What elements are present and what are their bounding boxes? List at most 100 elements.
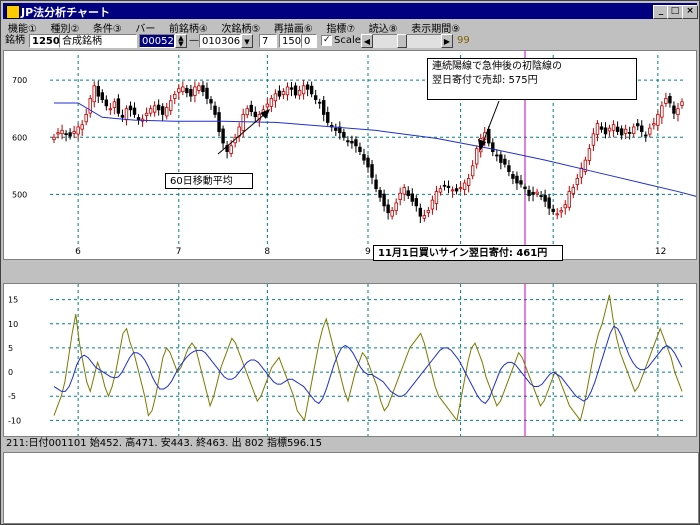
maximize-button[interactable]: □ — [667, 5, 683, 19]
candle-body — [640, 125, 644, 132]
candle-body — [607, 127, 612, 132]
candle-body — [334, 127, 338, 131]
candle-body — [458, 187, 463, 189]
date-spin-button[interactable]: ▲ ▼ — [175, 34, 187, 48]
candle-body — [350, 140, 354, 144]
candle-body — [269, 98, 274, 107]
candle-body — [579, 167, 584, 178]
start-date-field[interactable]: 000524 — [139, 34, 180, 48]
candle-body — [132, 107, 137, 115]
candle-body — [656, 114, 660, 126]
candle-body — [301, 85, 306, 95]
candle-body — [591, 133, 596, 146]
candle-body — [474, 148, 479, 165]
title-bar[interactable]: JP法分析チャート _ □ × — [3, 3, 698, 19]
candle-body — [595, 123, 600, 135]
candle-body — [76, 126, 80, 135]
candle-body — [398, 192, 402, 200]
scroll-left-icon[interactable]: ◀ — [361, 34, 373, 48]
candle-body — [442, 184, 447, 187]
indicator-y-tick-label: 0 — [8, 368, 13, 377]
candle-body — [342, 131, 346, 138]
candle-body — [305, 84, 310, 90]
scrollbar-track[interactable] — [373, 34, 441, 48]
candle-body — [64, 133, 68, 136]
candle-body — [434, 191, 439, 204]
date-separator: — — [189, 35, 199, 46]
candle-body — [265, 103, 270, 108]
candle-body — [515, 175, 519, 184]
moving-average-line — [54, 102, 696, 197]
candle-body — [555, 213, 559, 216]
candle-body — [563, 204, 567, 209]
candle-body — [56, 132, 60, 135]
candle-body — [358, 146, 362, 152]
candle-body — [193, 86, 197, 96]
candle-body — [84, 114, 88, 123]
candle-body — [680, 101, 684, 106]
candle-body — [668, 95, 672, 104]
window-title: JP法分析チャート — [21, 6, 111, 19]
stock-name-field[interactable]: 合成銘柄 — [59, 34, 137, 48]
candle-body — [152, 105, 157, 113]
candle-body — [623, 128, 628, 134]
candle-body — [470, 165, 475, 177]
candle-body — [124, 108, 129, 121]
candle-body — [313, 95, 318, 100]
candle-body — [567, 191, 571, 208]
candle-body — [495, 154, 499, 157]
candle-body — [173, 94, 177, 99]
close-button[interactable]: × — [682, 5, 698, 19]
candle-body — [253, 111, 257, 118]
candle-body — [631, 126, 636, 134]
status-line: 211:日付001101 始452. 高471. 安443. 終463. 出 8… — [6, 438, 323, 449]
app-window: JP法分析チャート _ □ × 機能① 種別② 条件③ バー 前銘柄④ 次銘柄⑤… — [0, 0, 700, 525]
candle-body — [148, 108, 153, 114]
candle-body — [104, 99, 109, 107]
candle-body — [644, 134, 648, 137]
param2-field[interactable]: 1500 — [279, 34, 307, 48]
param1-field[interactable]: 7 — [259, 34, 277, 48]
candle-body — [527, 189, 531, 196]
candle-body — [418, 207, 423, 217]
candle-body — [370, 164, 374, 178]
candle-body — [386, 204, 390, 214]
sell-annotation-pointer — [481, 100, 500, 146]
candle-body — [454, 188, 459, 192]
scale-checkbox[interactable]: ✓ — [321, 35, 332, 46]
scroll-right-icon[interactable]: ▶ — [441, 34, 453, 48]
candle-body — [660, 105, 664, 118]
price-y-tick-label: 600 — [12, 133, 27, 142]
candle-body — [205, 87, 209, 99]
indicator-chart[interactable]: 15 10 5 0 -5 -10 — [4, 284, 696, 436]
candle-body — [241, 114, 245, 131]
candle-body — [309, 85, 314, 95]
candle-body — [539, 195, 543, 197]
toolbar: 銘柄 1250 合成銘柄 000524 ▲ ▼ — 010306 ▼ 7 1500… — [3, 34, 697, 50]
end-date-field[interactable]: 010306 — [199, 34, 241, 48]
candle-body — [354, 139, 358, 147]
candle-body — [273, 93, 278, 102]
candle-body — [603, 127, 608, 135]
candle-body — [326, 111, 330, 123]
param3-field[interactable]: 0 — [301, 34, 317, 48]
candle-body — [185, 88, 189, 94]
indicator-y-tick-label: -10 — [8, 416, 21, 425]
candle-body — [181, 86, 185, 92]
candle-body — [297, 90, 302, 96]
candle-body — [322, 100, 326, 115]
indicator-chart-panel: 15 10 5 0 -5 -10 — [3, 283, 697, 437]
stock-code-field[interactable]: 1250 — [29, 34, 60, 48]
candle-body — [466, 178, 471, 186]
candle-body — [394, 202, 398, 211]
candle-body — [402, 187, 406, 195]
candle-body — [676, 108, 680, 116]
scrollbar-thumb[interactable] — [397, 34, 407, 48]
menu-bar: 機能① 種別② 条件③ バー 前銘柄④ 次銘柄⑤ 再描画⑥ 指標⑦ 読込⑧ 表示… — [3, 19, 697, 35]
candle-body — [611, 124, 616, 131]
candle-body — [378, 190, 382, 198]
end-date-dropdown-icon[interactable]: ▼ — [241, 34, 253, 48]
candle-body — [156, 104, 161, 111]
candle-body — [672, 105, 676, 114]
candle-body — [627, 132, 632, 134]
